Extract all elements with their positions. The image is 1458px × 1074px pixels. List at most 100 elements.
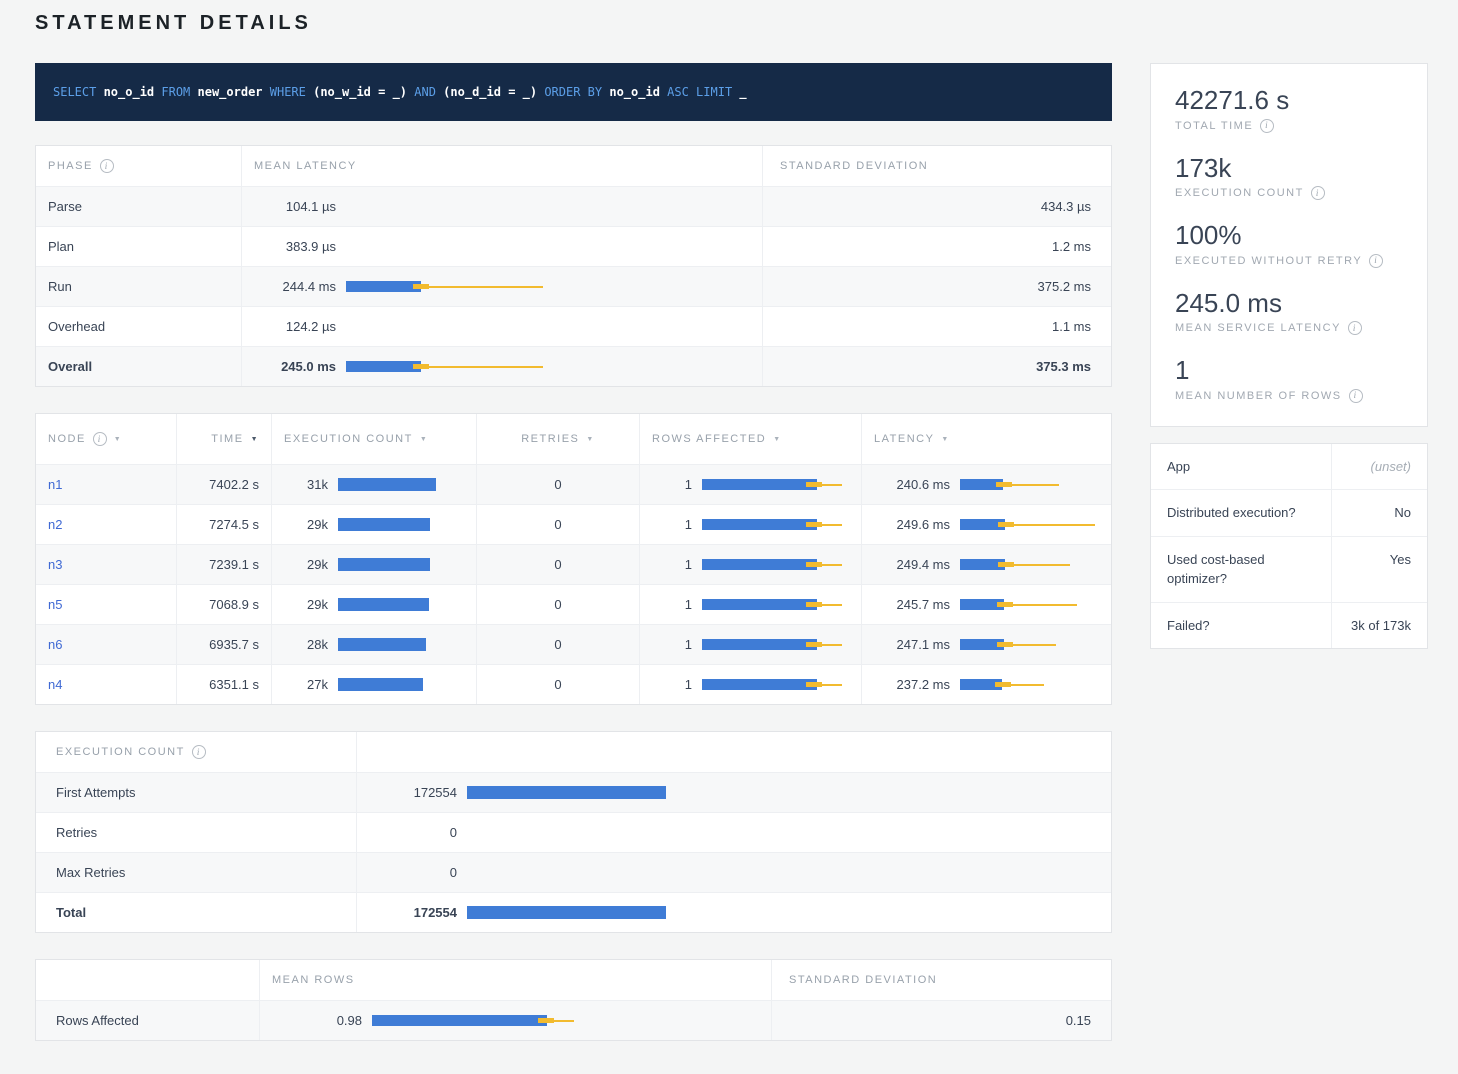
info-icon[interactable]: i: [100, 159, 114, 173]
node-link[interactable]: n5: [48, 597, 62, 612]
node-link[interactable]: n2: [48, 517, 62, 532]
execution-count-bar: [338, 638, 464, 651]
retries-column-header[interactable]: RETRIES ▼: [476, 414, 639, 464]
retries-cell: 0: [476, 545, 639, 584]
time-cell: 6351.1 s: [176, 665, 271, 704]
time-value: 7274.5 s: [209, 517, 259, 532]
execution-count-bar: [338, 478, 464, 491]
rows-affected-value: 1: [652, 477, 692, 492]
sort-arrow-icon[interactable]: ▼: [586, 436, 594, 443]
mean-latency-cell: 124.2 µs: [241, 307, 762, 346]
sql-token: (no_w_id = _): [313, 85, 414, 99]
mean-bar: [702, 679, 817, 690]
latency-value: 245.7 ms: [874, 597, 950, 612]
mean-tick: [538, 1018, 554, 1023]
info-icon[interactable]: i: [1369, 254, 1383, 268]
detail-value: (unset): [1331, 444, 1427, 490]
mean-tick: [806, 522, 822, 527]
info-icon[interactable]: i: [192, 745, 206, 759]
phase-name-cell: Plan: [36, 227, 241, 266]
mean-rows-value: 0.98: [272, 1013, 362, 1028]
sql-token: (no_d_id = _): [443, 85, 544, 99]
stat-label-text: MEAN SERVICE LATENCY: [1175, 322, 1341, 334]
exec-row-value: 172554: [369, 905, 457, 920]
mean-latency-cell: 245.0 ms: [241, 347, 762, 386]
sql-statement: SELECT no_o_id FROM new_order WHERE (no_…: [53, 85, 747, 99]
time-cell: 7402.2 s: [176, 465, 271, 504]
detail-value: 3k of 173k: [1331, 603, 1427, 649]
mean-tick: [997, 602, 1013, 607]
stat-value: 42271.6 s: [1175, 84, 1403, 117]
exec-row-label-cell: Max Retries: [36, 853, 356, 892]
stddev-header-label: STANDARD DEVIATION: [780, 160, 928, 172]
mean-latency-value: 124.2 µs: [254, 319, 336, 334]
latency-column-header[interactable]: LATENCY ▼: [861, 414, 1111, 464]
stat-label: EXECUTED WITHOUT RETRY i: [1175, 254, 1403, 268]
info-icon[interactable]: i: [93, 432, 107, 446]
phase-column-header: PHASE i: [36, 146, 241, 186]
detail-label: Distributed execution?: [1151, 490, 1331, 536]
stat-label-text: EXECUTED WITHOUT RETRY: [1175, 255, 1362, 267]
sort-arrow-icon[interactable]: ▼: [420, 436, 428, 443]
phase-name-cell: Overhead: [36, 307, 241, 346]
mean-tick: [997, 642, 1013, 647]
sort-arrow-icon[interactable]: ▼: [251, 436, 259, 443]
execution-count-row-total: Total 172554: [36, 892, 1111, 932]
info-icon[interactable]: i: [1260, 119, 1274, 133]
info-icon[interactable]: i: [1311, 186, 1325, 200]
time-cell: 7239.1 s: [176, 545, 271, 584]
stat-execution-count: 173k EXECUTION COUNTi: [1175, 152, 1403, 201]
latency-bar-chart: [346, 201, 750, 212]
execution-count-column-header[interactable]: EXECUTION COUNT ▼: [271, 414, 476, 464]
rows-affected-bar: [702, 679, 849, 690]
node-cell: n3: [36, 545, 176, 584]
latency-bar-chart: [346, 361, 750, 372]
mean-tick: [413, 284, 429, 289]
execution-count-bar: [467, 826, 1099, 839]
info-icon[interactable]: i: [1349, 389, 1363, 403]
retries-cell: 0: [476, 665, 639, 704]
rows-affected-table: MEAN ROWS STANDARD DEVIATION Rows Affect…: [35, 959, 1112, 1041]
detail-label: Failed?: [1151, 603, 1331, 649]
node-link[interactable]: n3: [48, 557, 62, 572]
mean-bar: [346, 361, 421, 372]
mean-latency-header-label: MEAN LATENCY: [254, 160, 357, 172]
mean-bar: [467, 906, 666, 919]
mean-bar: [702, 599, 817, 610]
info-icon[interactable]: i: [1348, 321, 1362, 335]
latency-cell: 249.4 ms: [861, 545, 1111, 584]
stddev-column-header: STANDARD DEVIATION: [762, 146, 1111, 186]
node-link[interactable]: n6: [48, 637, 62, 652]
execution-count-bar: [338, 598, 464, 611]
mean-latency-value: 383.9 µs: [254, 239, 336, 254]
layout: SELECT no_o_id FROM new_order WHERE (no_…: [0, 63, 1458, 1067]
rows-affected-column-header[interactable]: ROWS AFFECTED ▼: [639, 414, 861, 464]
time-column-header[interactable]: TIME ▼: [176, 414, 271, 464]
node-cell: n6: [36, 625, 176, 664]
retries-value: 0: [554, 517, 561, 532]
stddev-cell: 0.15: [771, 1001, 1111, 1040]
node-link[interactable]: n4: [48, 677, 62, 692]
execution-count-value: 31k: [284, 477, 328, 492]
sort-arrow-icon[interactable]: ▼: [941, 436, 949, 443]
rows-affected-value: 1: [652, 677, 692, 692]
mean-bar: [702, 519, 817, 530]
stat-executed-without-retry: 100% EXECUTED WITHOUT RETRYi: [1175, 219, 1403, 268]
execution-count-cell: 31k: [271, 465, 476, 504]
sql-token: FROM: [161, 85, 197, 99]
sort-arrow-icon[interactable]: ▼: [114, 436, 122, 443]
statement-details-page: STATEMENT DETAILS SELECT no_o_id FROM ne…: [0, 12, 1458, 1067]
rows-affected-cell: 1: [639, 465, 861, 504]
sort-arrow-icon[interactable]: ▼: [773, 436, 781, 443]
stddev-value: 0.15: [1066, 1013, 1091, 1028]
stddev-value: 434.3 µs: [1041, 199, 1091, 214]
rows-affected-cell: 1: [639, 545, 861, 584]
summary-sidebar: 42271.6 s TOTAL TIMEi 173k EXECUTION COU…: [1150, 63, 1428, 1067]
latency-value: 240.6 ms: [874, 477, 950, 492]
execution-count-bar: [467, 866, 1099, 879]
stddev-cell: 434.3 µs: [762, 187, 1111, 226]
stat-value: 1: [1175, 354, 1403, 387]
node-column-header[interactable]: NODE i ▼: [36, 414, 176, 464]
stddev-value: 375.3 ms: [1036, 359, 1091, 374]
node-link[interactable]: n1: [48, 477, 62, 492]
